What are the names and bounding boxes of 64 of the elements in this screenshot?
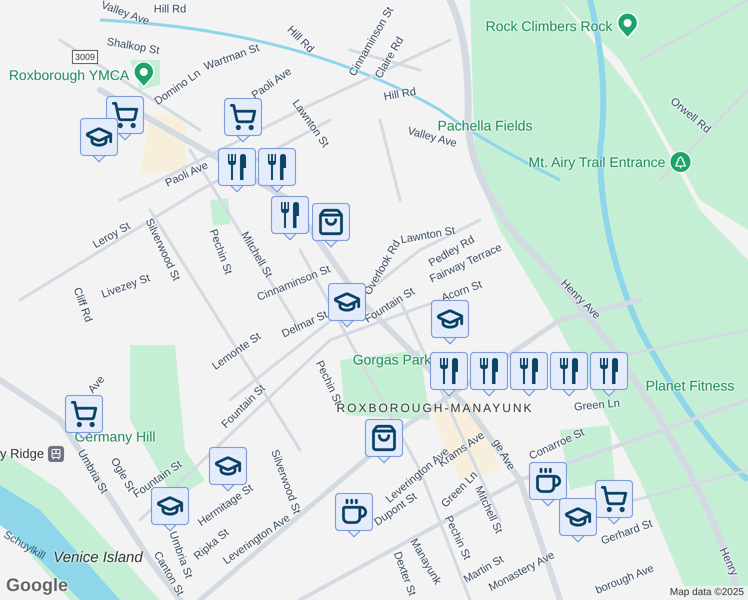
train-station-icon[interactable] (48, 446, 64, 462)
map-marker[interactable] (271, 196, 309, 242)
shopping-cart-icon (111, 101, 139, 129)
fork-knife-icon (600, 358, 618, 384)
map-marker[interactable] (590, 352, 628, 398)
park-label: Pachella Fields (438, 116, 532, 136)
street-label: Hill Rd (383, 86, 417, 104)
shopping-cart-icon (229, 103, 257, 131)
place-label[interactable]: Roxborough YMCA (8, 64, 130, 86)
coffee-cup-icon (534, 467, 562, 495)
street-label: Cliff Rd (70, 286, 94, 324)
fork-knife-icon (268, 154, 286, 180)
map-marker[interactable] (224, 98, 262, 144)
street-label: Dexter St (391, 550, 417, 598)
place-label[interactable]: Mt. Airy Trail Entrance (528, 152, 666, 172)
map-marker[interactable] (430, 352, 468, 398)
station-label: y Ridge (0, 445, 44, 463)
street-label: Pechin St (206, 228, 234, 276)
street-label: Pechin St (442, 514, 472, 562)
fork-knife-icon (440, 358, 458, 384)
street-label: Valley Ave (99, 0, 151, 28)
street-label: Ave (86, 374, 108, 396)
shopping-cart-icon (600, 485, 628, 513)
island-label: Venice Island (53, 548, 143, 568)
street-label: Leroy St (92, 221, 132, 251)
map-marker[interactable] (529, 462, 567, 508)
street-label: Shalkop St (106, 36, 160, 58)
map-marker[interactable] (431, 300, 469, 346)
map-marker[interactable] (510, 352, 548, 398)
route-shield: 3009 (72, 50, 98, 64)
street-label: Green Ln (574, 398, 620, 414)
place-label[interactable]: Rock Climbers Rock (486, 16, 612, 36)
fork-knife-icon (560, 358, 578, 384)
park-label: Planet Fitness (646, 376, 734, 396)
fork-knife-icon (480, 358, 498, 384)
fork-knife-icon (228, 154, 246, 180)
street-label: Livezey St (100, 273, 152, 301)
map-marker[interactable] (328, 283, 366, 329)
map-marker[interactable] (335, 493, 373, 539)
shopping-bag-icon (370, 424, 398, 452)
map-marker[interactable] (258, 148, 296, 194)
map-marker[interactable] (218, 148, 256, 194)
shopping-bag-icon (317, 208, 345, 236)
street-label: Hill Rd (284, 24, 316, 56)
map-marker[interactable] (559, 498, 597, 544)
street-label: Paoli Ave (164, 160, 210, 190)
shopping-cart-icon (70, 400, 98, 428)
map-logo: Google (6, 576, 68, 594)
map-marker[interactable] (470, 352, 508, 398)
park-label: Gorgas Park (352, 350, 432, 370)
location-pin-icon[interactable] (133, 62, 156, 88)
street-label: Lawnton St (400, 226, 456, 246)
coffee-cup-icon (340, 498, 368, 526)
street-label: Hill Rd (154, 4, 186, 16)
park-area (210, 198, 231, 226)
fork-knife-icon (281, 202, 299, 228)
fork-knife-icon (520, 358, 538, 384)
street-label: Henry (716, 546, 740, 578)
map-marker[interactable] (550, 352, 588, 398)
street-label: Acorn St (440, 280, 484, 304)
location-pin-icon[interactable] (616, 13, 638, 39)
map-marker[interactable] (312, 203, 350, 249)
map-marker[interactable] (80, 118, 118, 164)
street-label: ge Ave (490, 438, 516, 472)
